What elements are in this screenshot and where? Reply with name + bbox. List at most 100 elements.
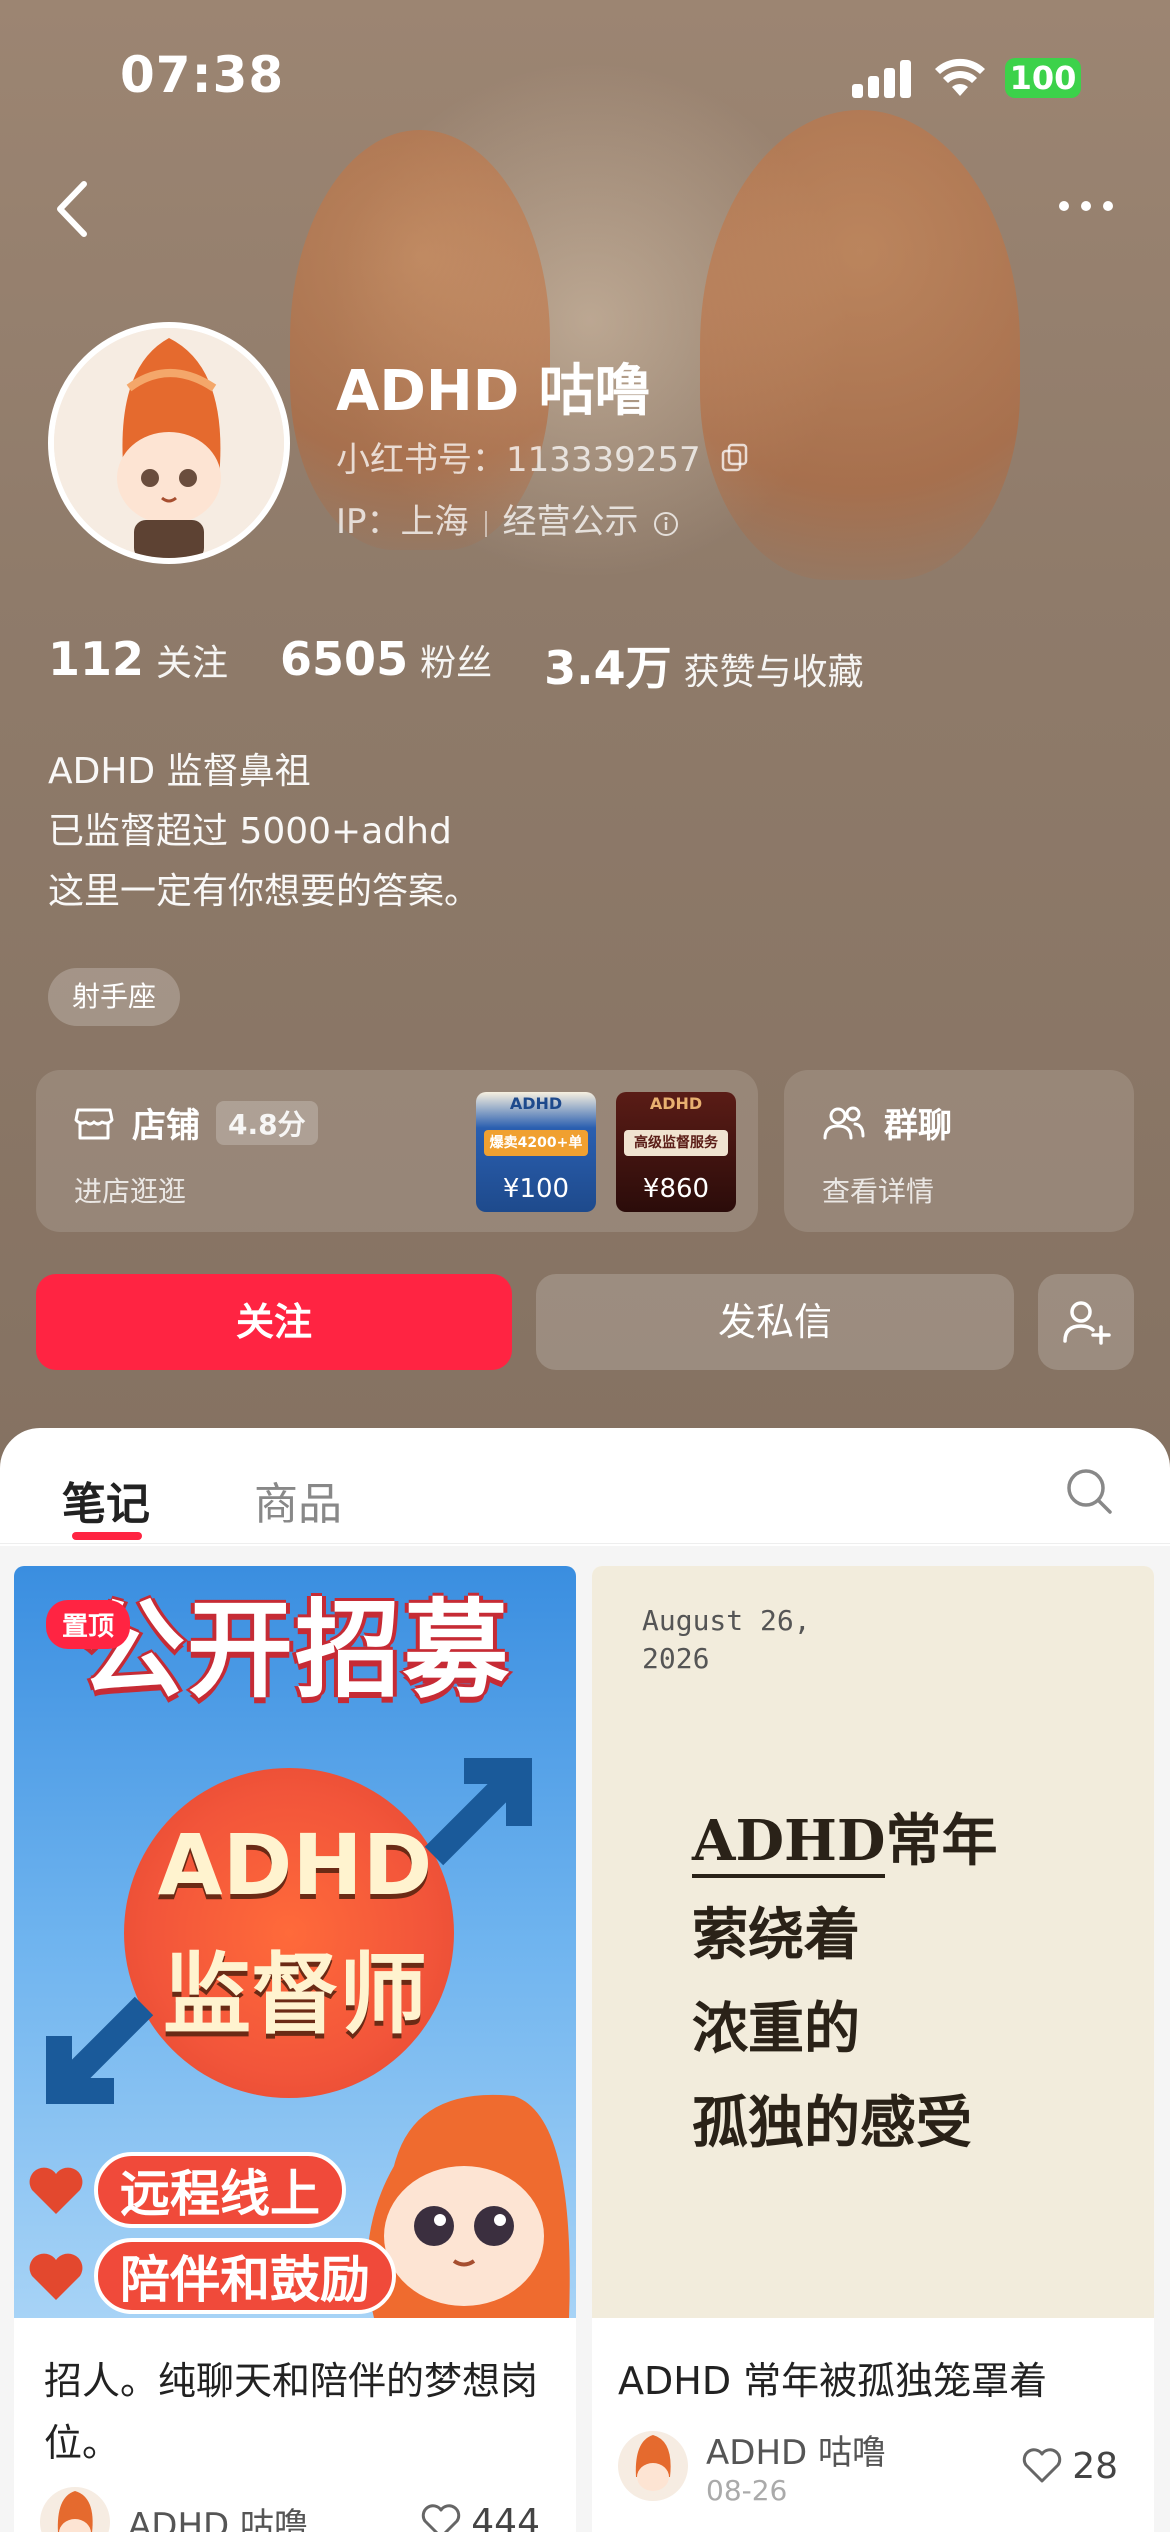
more-options-icon[interactable] [1056, 196, 1116, 216]
add-friend-button[interactable] [1038, 1274, 1134, 1370]
profile-stats: 112 关注 6505 粉丝 3.4万 获赞与收藏 [48, 632, 864, 698]
red-id: 小红书号：113339257 [336, 440, 701, 480]
like-number: 28 [1072, 2445, 1118, 2487]
back-arrow-icon[interactable] [48, 178, 94, 240]
group-chat-card[interactable]: 群聊 查看详情 [784, 1070, 1134, 1232]
note-author-row: ADHD 咕噜 08-26 28 [618, 2425, 1138, 2507]
shop-title-row: 店铺 4.8分 [74, 1098, 318, 1147]
cover-date-line: August 26, [642, 1604, 811, 1637]
search-icon[interactable] [1064, 1466, 1114, 1516]
ip-and-business-row: IP：上海 经营公示 [336, 494, 679, 543]
author-avatar-illustration [57, 2491, 93, 2532]
wifi-icon [935, 58, 985, 96]
stat-label: 粉丝 [420, 643, 493, 684]
content-panel: 笔记 商品 公开招募 置顶 ADHD 监督师 远程线上 陪伴和鼓励 招人。纯聊天… [0, 1428, 1170, 2532]
shop-subtitle: 进店逛逛 [74, 1175, 187, 1208]
poem-line: 孤独的感受 [692, 2090, 972, 2156]
note-title: 招人。纯聊天和陪伴的梦想岗位。 [44, 2359, 539, 2465]
status-time: 07:38 [120, 46, 285, 104]
status-bar: 07:38 100 [0, 0, 1170, 150]
notes-feed: 公开招募 置顶 ADHD 监督师 远程线上 陪伴和鼓励 招人。纯聊天和陪伴的梦想… [0, 1546, 1170, 2532]
poem-line: 浓重的 [692, 1996, 860, 2062]
group-title: 群聊 [884, 1106, 952, 1146]
author-avatar[interactable] [618, 2431, 688, 2501]
poem-word: 常年 [885, 1808, 998, 1874]
store-icon [74, 1108, 114, 1139]
author-avatar-illustration [635, 2435, 671, 2491]
shop-card[interactable]: 店铺 4.8分 进店逛逛 ADHD 爆卖4200+单 ¥100 ADHD 高级监… [36, 1070, 758, 1232]
like-count[interactable]: 444 [421, 2502, 540, 2532]
profile-header-background [0, 0, 1170, 1460]
add-user-icon [1063, 1301, 1111, 1345]
shop-product-thumbnail[interactable]: ADHD 爆卖4200+单 ¥100 [476, 1092, 596, 1212]
stat-label: 获赞与收藏 [683, 652, 864, 693]
author-name[interactable]: ADHD 咕噜 [128, 2498, 308, 2532]
group-chat-icon [823, 1106, 865, 1139]
note-card[interactable]: 公开招募 置顶 ADHD 监督师 远程线上 陪伴和鼓励 招人。纯聊天和陪伴的梦想… [14, 1566, 576, 2532]
zodiac-tag: 射手座 [48, 968, 181, 1026]
shop-product-thumbnail[interactable]: ADHD 高级监督服务 ¥860 [616, 1092, 736, 1212]
divider [484, 510, 487, 537]
heart-icon [29, 2253, 83, 2300]
note-author-row: ADHD 咕噜 444 [40, 2484, 560, 2532]
group-title-row: 群聊 [822, 1098, 952, 1147]
cover-date-line: 2026 [642, 1642, 710, 1675]
bio-line: 这里一定有你想要的答案。 [48, 871, 481, 912]
note-card[interactable]: August 26, 2026 ADHD常年 萦绕着 浓重的 孤独的感受 ADH… [592, 1566, 1154, 2532]
heart-outline-icon [1023, 2448, 1062, 2483]
background-mushroom-left [290, 130, 550, 550]
profile-name: ADHD 咕噜 [336, 359, 651, 424]
author-name[interactable]: ADHD 咕噜 [706, 2425, 886, 2474]
tab-bar: 笔记 商品 [0, 1428, 1170, 1544]
product-thumb-band: 爆卖4200+单 [484, 1130, 588, 1156]
ip-location: IP：上海 [336, 502, 469, 542]
shop-title: 店铺 [132, 1106, 200, 1146]
stat-likes-and-saves[interactable]: 3.4万 获赞与收藏 [544, 632, 864, 698]
product-thumb-band: 高级监督服务 [624, 1130, 728, 1156]
note-title: ADHD 常年被孤独笼罩着 [618, 2359, 1048, 2403]
like-number: 444 [471, 2501, 540, 2532]
shop-rating: 4.8分 [216, 1100, 318, 1145]
poem-underlined-word: ADHD [692, 1808, 886, 1878]
stat-following[interactable]: 112 关注 [48, 632, 228, 698]
tab-goods[interactable]: 商品 [254, 1468, 342, 1532]
note-cover-image: August 26, 2026 ADHD常年 萦绕着 浓重的 孤独的感受 [592, 1566, 1154, 2318]
stat-followers[interactable]: 6505 粉丝 [280, 632, 492, 698]
cover-pill-remote: 远程线上 [94, 2152, 346, 2228]
bio-line: ADHD 监督鼻祖 [48, 751, 311, 792]
background-mushroom-right [700, 110, 1020, 580]
cover-pill-companion: 陪伴和鼓励 [94, 2238, 396, 2314]
cover-poem: ADHD常年 萦绕着 浓重的 孤独的感受 [692, 1794, 997, 2170]
cellular-signal-icon [852, 58, 912, 98]
heart-outline-icon [422, 2504, 461, 2532]
send-message-button[interactable]: 发私信 [536, 1274, 1014, 1370]
follow-button[interactable]: 关注 [36, 1274, 512, 1370]
product-thumb-title: ADHD [649, 1094, 703, 1113]
business-disclosure-link[interactable]: 经营公示 [503, 502, 639, 542]
cover-date: August 26, 2026 [642, 1602, 811, 1678]
profile-avatar[interactable] [48, 322, 290, 564]
poem-line: 萦绕着 [692, 1902, 860, 1968]
info-icon[interactable] [653, 511, 679, 537]
copy-icon[interactable] [720, 442, 750, 472]
product-thumb-title: ADHD [509, 1094, 563, 1113]
note-cover-image: 公开招募 置顶 ADHD 监督师 远程线上 陪伴和鼓励 [14, 1566, 576, 2318]
like-count[interactable]: 28 [1022, 2446, 1118, 2487]
stat-number: 3.4万 [544, 641, 672, 695]
heart-icon [29, 2167, 83, 2214]
group-subtitle: 查看详情 [822, 1175, 935, 1208]
poem-line: ADHD常年 [692, 1794, 997, 1888]
bio-line: 已监督超过 5000+adhd [48, 811, 452, 852]
author-avatar[interactable] [40, 2487, 110, 2532]
product-price: ¥100 [502, 1174, 570, 1204]
author-meta: ADHD 咕噜 08-26 [706, 2425, 886, 2507]
cover-supervisor-text: 监督师 [162, 1943, 427, 2046]
note-date: 08-26 [706, 2474, 788, 2507]
avatar-illustration [54, 328, 284, 558]
cover-adhd-text: ADHD [157, 1816, 433, 1914]
stat-number: 6505 [280, 632, 409, 686]
tab-notes[interactable]: 笔记 [62, 1468, 150, 1532]
profile-bio: ADHD 监督鼻祖 已监督超过 5000+adhd 这里一定有你想要的答案。 [48, 742, 480, 922]
pinned-badge: 置顶 [46, 1600, 131, 1649]
active-tab-indicator [72, 1532, 142, 1540]
